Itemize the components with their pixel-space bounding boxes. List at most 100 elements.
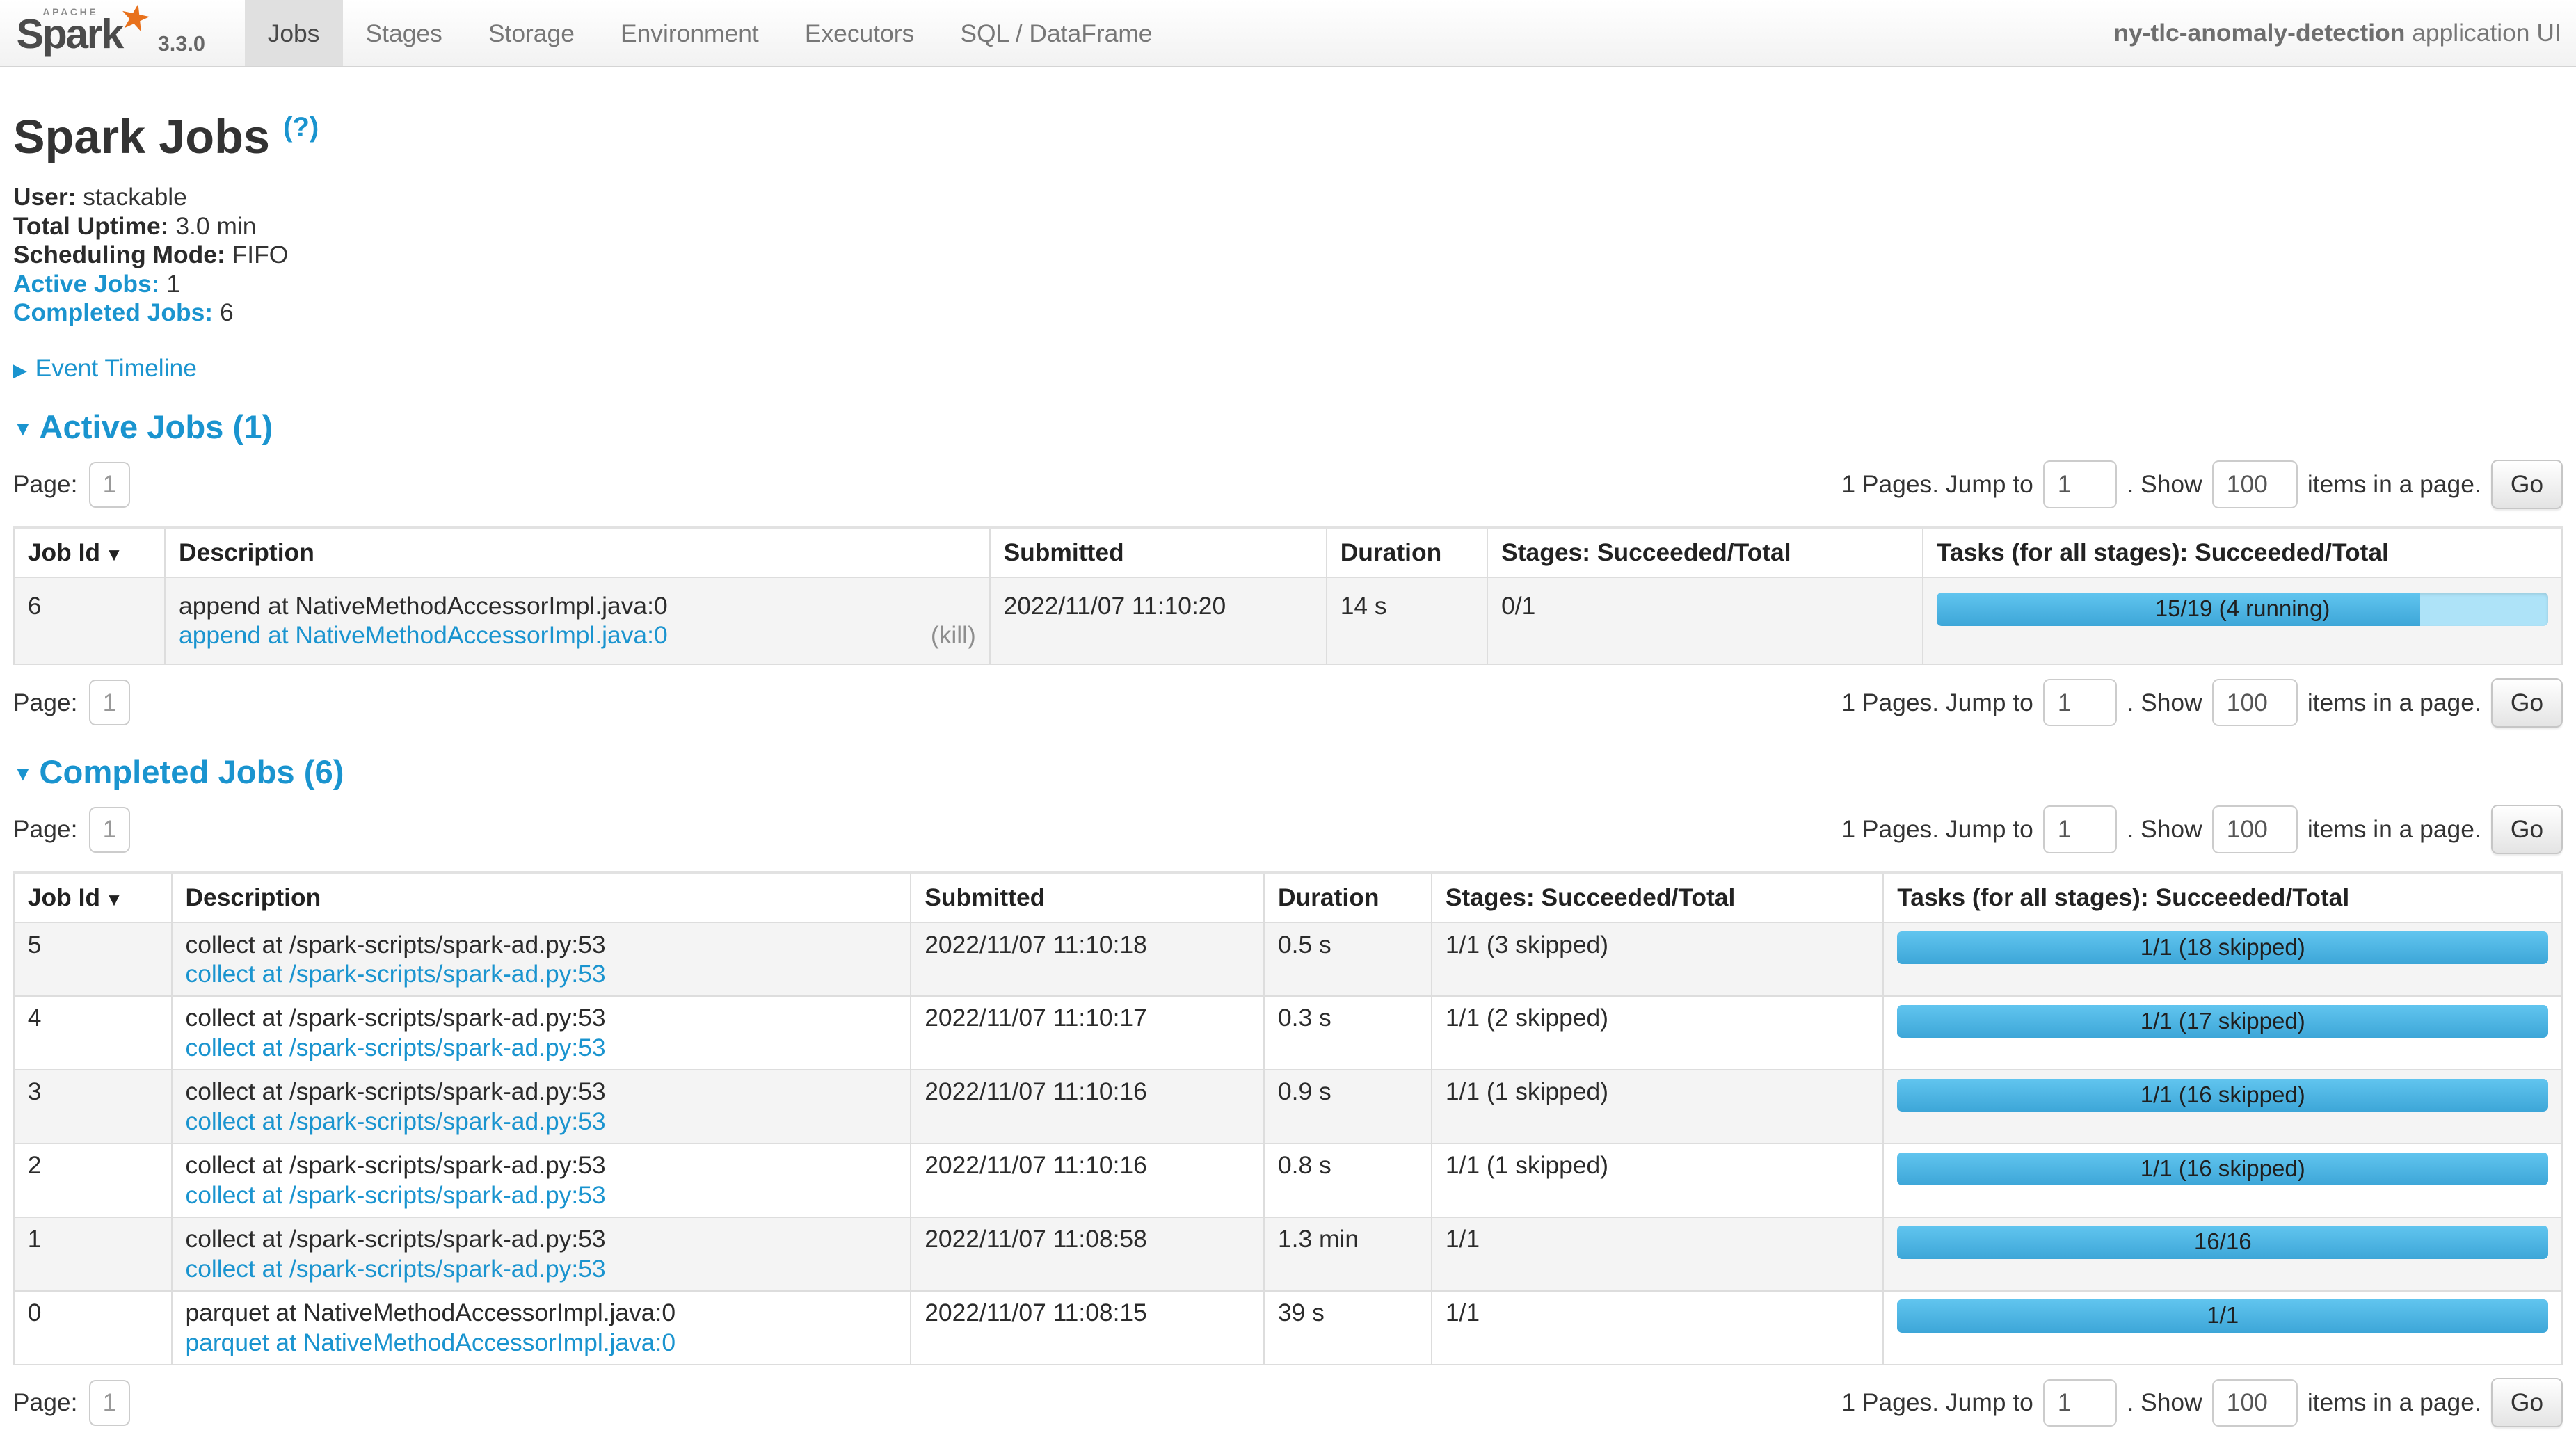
spark-star-icon: ★ (115, 0, 155, 42)
items-per-page-input[interactable] (2212, 1379, 2298, 1427)
completed-jobs-pagination-top: Page: 1 Pages. Jump to . Show items in a… (13, 805, 2563, 854)
job-id-cell: 6 (14, 577, 165, 664)
page-label: Page: (13, 815, 78, 844)
submitted-cell: 2022/11/07 11:10:18 (911, 922, 1264, 996)
job-id-cell: 5 (14, 922, 172, 996)
description-cell: collect at /spark-scripts/spark-ad.py:53… (172, 996, 911, 1070)
tasks-progress-bar: 1/1 (16 skipped) (1897, 1153, 2548, 1185)
submitted-cell: 2022/11/07 11:10:16 (911, 1144, 1264, 1217)
col-duration[interactable]: Duration (1327, 527, 1487, 577)
items-text: items in a page. (2307, 815, 2481, 844)
col-stages[interactable]: Stages: Succeeded/Total (1487, 527, 1923, 577)
jump-to-input[interactable] (2043, 805, 2117, 853)
page-number-box[interactable] (89, 680, 130, 725)
tab-jobs[interactable]: Jobs (245, 0, 343, 66)
completed-jobs-table: Job Id▼ Description Submitted Duration S… (13, 871, 2563, 1365)
summary-scheduling-mode: Scheduling Mode: FIFO (13, 241, 2563, 270)
go-button[interactable]: Go (2491, 1378, 2563, 1427)
stages-cell: 1/1 (2 skipped) (1432, 996, 1883, 1070)
active-jobs-section-header[interactable]: ▼Active Jobs (1) (13, 408, 2563, 447)
col-description[interactable]: Description (165, 527, 990, 577)
stages-cell: 1/1 (1432, 1291, 1883, 1365)
kill-link[interactable]: (kill) (931, 620, 976, 650)
tasks-progress-bar: 16/16 (1897, 1226, 2548, 1258)
items-per-page-input[interactable] (2212, 805, 2298, 853)
description-cell: collect at /spark-scripts/spark-ad.py:53… (172, 1144, 911, 1217)
application-ui-label: ny-tlc-anomaly-detection application UI (2113, 19, 2576, 47)
page-number-box[interactable] (89, 1380, 130, 1426)
spark-logo[interactable]: APACHE Spark ★ 3.3.0 (0, 0, 222, 66)
job-detail-link[interactable]: append at NativeMethodAccessorImpl.java:… (179, 621, 668, 649)
completed-jobs-section-header[interactable]: ▼Completed Jobs (6) (13, 753, 2563, 792)
table-row: 3 collect at /spark-scripts/spark-ad.py:… (14, 1070, 2562, 1144)
page-number-box[interactable] (89, 462, 130, 508)
go-button[interactable]: Go (2491, 678, 2563, 728)
tab-environment[interactable]: Environment (598, 0, 782, 66)
page-title: Spark Jobs (?) (13, 95, 2563, 165)
application-name: ny-tlc-anomaly-detection (2113, 19, 2405, 47)
job-detail-link[interactable]: parquet at NativeMethodAccessorImpl.java… (185, 1329, 675, 1356)
stages-cell: 0/1 (1487, 577, 1923, 664)
stages-cell: 1/1 (3 skipped) (1432, 922, 1883, 996)
table-header-row: Job Id▼ Description Submitted Duration S… (14, 527, 2562, 577)
items-per-page-input[interactable] (2212, 460, 2298, 508)
tab-stages[interactable]: Stages (343, 0, 465, 66)
go-button[interactable]: Go (2491, 805, 2563, 854)
page-number-box[interactable] (89, 807, 130, 853)
job-detail-link[interactable]: collect at /spark-scripts/spark-ad.py:53 (185, 1181, 605, 1209)
tasks-cell: 15/19 (4 running) (1923, 577, 2562, 664)
tab-sql-dataframe[interactable]: SQL / DataFrame (937, 0, 1175, 66)
job-detail-link[interactable]: collect at /spark-scripts/spark-ad.py:53 (185, 1034, 605, 1061)
tasks-progress-bar: 1/1 (1897, 1299, 2548, 1332)
items-per-page-input[interactable] (2212, 679, 2298, 726)
completed-jobs-link[interactable]: Completed Jobs: (13, 298, 213, 326)
table-row: 0 parquet at NativeMethodAccessorImpl.ja… (14, 1291, 2562, 1365)
submitted-cell: 2022/11/07 11:08:58 (911, 1217, 1264, 1291)
col-submitted[interactable]: Submitted (990, 527, 1327, 577)
jump-to-input[interactable] (2043, 1379, 2117, 1427)
page-label: Page: (13, 689, 78, 717)
job-detail-link[interactable]: collect at /spark-scripts/spark-ad.py:53 (185, 960, 605, 988)
job-detail-link[interactable]: collect at /spark-scripts/spark-ad.py:53 (185, 1107, 605, 1135)
submitted-cell: 2022/11/07 11:08:15 (911, 1291, 1264, 1365)
pages-jump-text: 1 Pages. Jump to (1841, 470, 2033, 499)
event-timeline-toggle[interactable]: ▶Event Timeline (13, 354, 2563, 383)
duration-cell: 0.8 s (1264, 1144, 1432, 1217)
spark-brand: Spark (17, 10, 122, 58)
col-job-id[interactable]: Job Id▼ (14, 872, 172, 922)
col-tasks[interactable]: Tasks (for all stages): Succeeded/Total (1883, 872, 2562, 922)
description-cell: parquet at NativeMethodAccessorImpl.java… (172, 1291, 911, 1365)
help-link[interactable]: (?) (283, 111, 319, 143)
col-tasks[interactable]: Tasks (for all stages): Succeeded/Total (1923, 527, 2562, 577)
tasks-progress-bar: 15/19 (4 running) (1937, 593, 2548, 625)
active-jobs-link[interactable]: Active Jobs: (13, 270, 160, 298)
submitted-cell: 2022/11/07 11:10:17 (911, 996, 1264, 1070)
jump-to-input[interactable] (2043, 460, 2117, 508)
table-header-row: Job Id▼ Description Submitted Duration S… (14, 872, 2562, 922)
col-job-id[interactable]: Job Id▼ (14, 527, 165, 577)
col-stages[interactable]: Stages: Succeeded/Total (1432, 872, 1883, 922)
show-text: . Show (2127, 1388, 2202, 1417)
page-label: Page: (13, 1388, 78, 1417)
col-description[interactable]: Description (172, 872, 911, 922)
job-detail-link[interactable]: collect at /spark-scripts/spark-ad.py:53 (185, 1255, 605, 1283)
job-id-cell: 3 (14, 1070, 172, 1144)
tab-executors[interactable]: Executors (782, 0, 938, 66)
duration-cell: 1.3 min (1264, 1217, 1432, 1291)
col-duration[interactable]: Duration (1264, 872, 1432, 922)
top-navbar: APACHE Spark ★ 3.3.0 Jobs Stages Storage… (0, 0, 2576, 67)
submitted-cell: 2022/11/07 11:10:16 (911, 1070, 1264, 1144)
jump-to-input[interactable] (2043, 679, 2117, 726)
sort-desc-icon: ▼ (105, 889, 123, 910)
tasks-cell: 1/1 (17 skipped) (1883, 996, 2562, 1070)
items-text: items in a page. (2307, 1388, 2481, 1417)
summary-uptime: Total Uptime: 3.0 min (13, 212, 2563, 241)
go-button[interactable]: Go (2491, 460, 2563, 509)
tasks-cell: 16/16 (1883, 1217, 2562, 1291)
duration-cell: 0.5 s (1264, 922, 1432, 996)
tasks-cell: 1/1 (1883, 1291, 2562, 1365)
stages-cell: 1/1 (1432, 1217, 1883, 1291)
tab-storage[interactable]: Storage (465, 0, 598, 66)
col-submitted[interactable]: Submitted (911, 872, 1264, 922)
table-row: 5 collect at /spark-scripts/spark-ad.py:… (14, 922, 2562, 996)
